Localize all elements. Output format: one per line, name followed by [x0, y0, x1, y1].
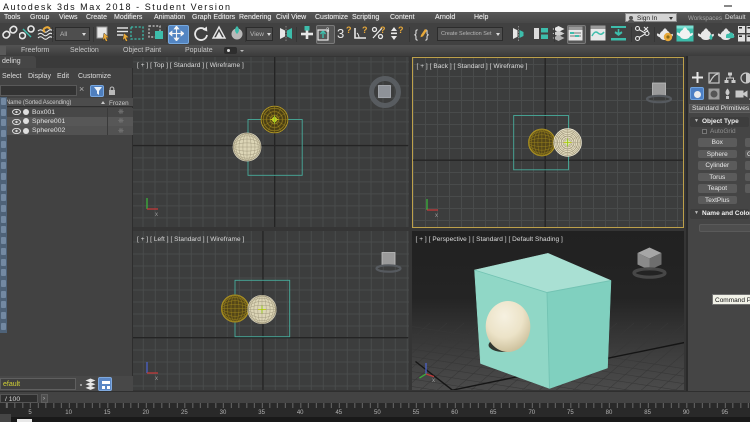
svg-text:?: ? [362, 25, 368, 35]
svg-text:x: x [435, 213, 438, 219]
svg-text:3: 3 [337, 26, 344, 41]
svg-text:?: ? [346, 25, 352, 35]
svg-text:{: { [414, 27, 418, 41]
svg-text:x: x [155, 376, 158, 382]
svg-text:}: } [425, 27, 429, 41]
svg-text:x: x [432, 378, 435, 384]
svg-text:?: ? [398, 25, 404, 35]
svg-text:x: x [155, 212, 158, 218]
svg-text:?: ? [380, 25, 386, 35]
svg-text:3: 3 [326, 28, 330, 34]
